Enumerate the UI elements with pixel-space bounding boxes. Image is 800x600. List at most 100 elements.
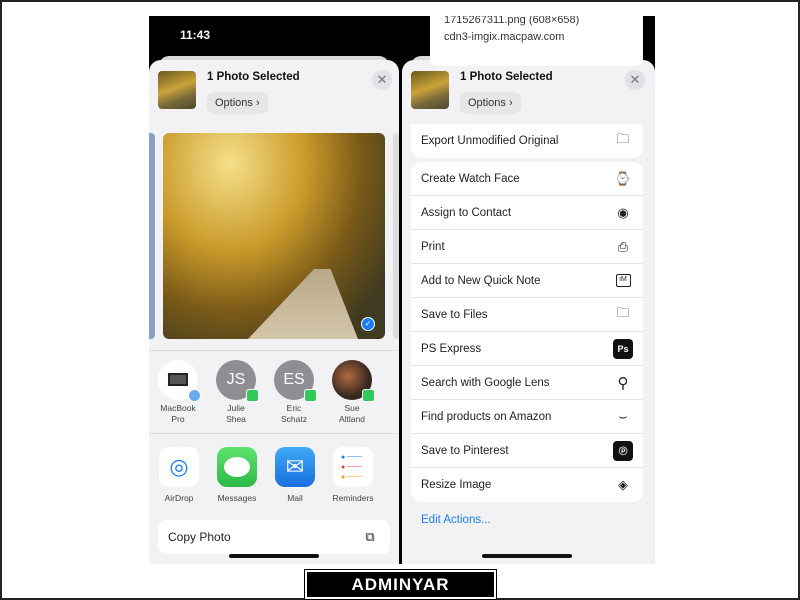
image-info-tooltip: 1715267311.png (608×658) cdn3-imgix.macp…: [430, 16, 643, 66]
action-save-to-pinterest[interactable]: Save to Pinterest ℗: [411, 434, 643, 468]
action-label: Print: [421, 240, 445, 253]
person-macbook-pro[interactable]: MacBook Pro: [149, 360, 208, 425]
action-export-unmodified-original[interactable]: Export Unmodified Original 🗀: [411, 124, 643, 158]
person-name: Altland: [339, 414, 365, 424]
watch-icon: ⌚: [614, 170, 632, 186]
status-time: 11:43: [180, 28, 211, 42]
avatar: [332, 360, 375, 402]
close-button[interactable]: ✕: [625, 70, 645, 90]
copy-icon: ⧉: [365, 529, 375, 544]
printer-icon: ⎙: [617, 238, 629, 254]
avatar-initials: JS: [226, 371, 246, 388]
person-name: Shea: [226, 414, 246, 424]
person-name: Schatz: [281, 414, 307, 424]
reminders-icon: ● ─── ● ─── ● ───: [333, 447, 373, 487]
action-label: Create Watch Face: [421, 172, 520, 185]
app-label: Reminders: [332, 493, 374, 503]
action-ps-express[interactable]: PS Express Ps: [411, 332, 643, 366]
action-save-to-files[interactable]: Save to Files 🗀: [411, 298, 643, 332]
copy-photo-label: Copy Photo: [168, 530, 231, 544]
options-label: Options: [215, 97, 253, 109]
close-button[interactable]: ✕: [372, 70, 392, 90]
next-photo[interactable]: [393, 133, 399, 339]
copy-photo-button[interactable]: Copy Photo ⧉: [158, 520, 390, 554]
messages-badge-icon: [246, 389, 259, 402]
messages-icon: [217, 447, 257, 487]
app-mail[interactable]: ✉ Mail: [267, 447, 323, 503]
action-label: Export Unmodified Original: [421, 135, 559, 147]
folder-icon: 🗀: [616, 304, 630, 320]
action-label: Search with Google Lens: [421, 376, 550, 389]
options-button[interactable]: Options ›: [207, 92, 268, 114]
photo-thumbnail: [158, 71, 196, 109]
action-label: Save to Pinterest: [421, 444, 509, 457]
action-resize-image[interactable]: Resize Image ◈: [411, 468, 643, 502]
person-eric-schatz[interactable]: ES Eric Schatz: [264, 360, 324, 425]
selected-photo[interactable]: ✓: [163, 133, 385, 339]
action-label: Find products on Amazon: [421, 410, 552, 423]
sheet-title: 1 Photo Selected: [207, 71, 300, 83]
macbook-icon: [158, 360, 201, 402]
person-circle-icon: ◉: [617, 204, 629, 220]
action-label: PS Express: [421, 342, 482, 355]
home-indicator: [229, 554, 319, 558]
actions-group: Create Watch Face ⌚ Assign to Contact ◉ Pr…: [411, 162, 643, 502]
home-indicator: [482, 554, 572, 558]
person-name: MacBook: [160, 403, 196, 413]
export-group: Export Unmodified Original 🗀: [411, 124, 643, 158]
checkmark-icon: ✓: [361, 317, 375, 331]
app-label: Messages: [217, 493, 257, 503]
divider: [149, 433, 399, 434]
people-row: MacBook Pro JS Julie Shea ES Eric Schatz Su…: [149, 360, 382, 425]
action-find-products-on-amazon[interactable]: Find products on Amazon ⌣: [411, 400, 643, 434]
action-add-to-new-quick-note[interactable]: Add to New Quick Note ıM: [411, 264, 643, 298]
action-assign-to-contact[interactable]: Assign to Contact ◉: [411, 196, 643, 230]
person-name: Julie: [227, 403, 245, 413]
person-name: Pro: [171, 414, 185, 424]
person-sue-altland[interactable]: Sue Altland: [322, 360, 382, 425]
magnifier-icon: ⚲: [617, 374, 629, 392]
action-label: Assign to Contact: [421, 206, 512, 219]
layers-icon: ◈: [618, 477, 628, 492]
airdrop-icon: ◎: [159, 447, 199, 487]
action-label: Resize Image: [421, 479, 492, 491]
action-label: Save to Files: [421, 308, 488, 321]
action-print[interactable]: Print ⎙: [411, 230, 643, 264]
airdrop-badge-icon: [188, 389, 201, 402]
app-messages[interactable]: Messages: [209, 447, 265, 503]
person-name: Eric: [286, 403, 302, 413]
person-julie-shea[interactable]: JS Julie Shea: [206, 360, 266, 425]
app-airdrop[interactable]: ◎ AirDrop: [151, 447, 207, 503]
avatar: JS: [216, 360, 259, 402]
pinterest-icon: ℗: [613, 440, 633, 461]
watermark-logo: ADMINYAR: [304, 569, 497, 600]
phone-screen: 11:43 ▂▄ ◠ 85 1 Photo Selected Options ›…: [149, 16, 655, 564]
divider: [149, 350, 399, 351]
options-button[interactable]: Options ›: [460, 92, 521, 114]
sheet-title: 1 Photo Selected: [460, 71, 553, 83]
app-reminders[interactable]: ● ─── ● ─── ● ─── Reminders: [325, 447, 381, 503]
apps-row: ◎ AirDrop Messages ✉ Mail ● ─── ● ─── ● ─── R…: [151, 447, 381, 503]
action-create-watch-face[interactable]: Create Watch Face ⌚: [411, 162, 643, 196]
messages-badge-icon: [362, 389, 375, 402]
edit-actions-link[interactable]: Edit Actions...: [421, 514, 491, 526]
previous-photo[interactable]: [149, 133, 155, 339]
photo-thumbnail: [411, 71, 449, 109]
action-search-with-google-lens[interactable]: Search with Google Lens ⚲: [411, 366, 643, 400]
options-label: Options: [468, 97, 506, 109]
share-sheet-right: 1 Photo Selected Options › ✕ Export Unmo…: [402, 60, 655, 564]
messages-badge-icon: [304, 389, 317, 402]
folder-icon: 🗀: [616, 131, 630, 146]
mail-icon: ✉: [275, 447, 315, 487]
tooltip-domain: cdn3-imgix.macpaw.com: [444, 31, 565, 43]
person-name: Sue: [344, 403, 360, 413]
avatar-initials: ES: [283, 371, 305, 388]
app-label: Mail: [287, 493, 303, 503]
ps-express-icon: Ps: [613, 338, 633, 359]
share-sheet-left: 1 Photo Selected Options › ✕ ✓ MacBook Pr…: [149, 60, 399, 564]
quick-note-icon: ıM: [613, 271, 633, 291]
app-label: AirDrop: [164, 493, 194, 503]
avatar: ES: [274, 360, 317, 402]
tooltip-filename: 1715267311.png (608×658): [444, 16, 580, 26]
amazon-icon: ⌣: [618, 408, 628, 424]
